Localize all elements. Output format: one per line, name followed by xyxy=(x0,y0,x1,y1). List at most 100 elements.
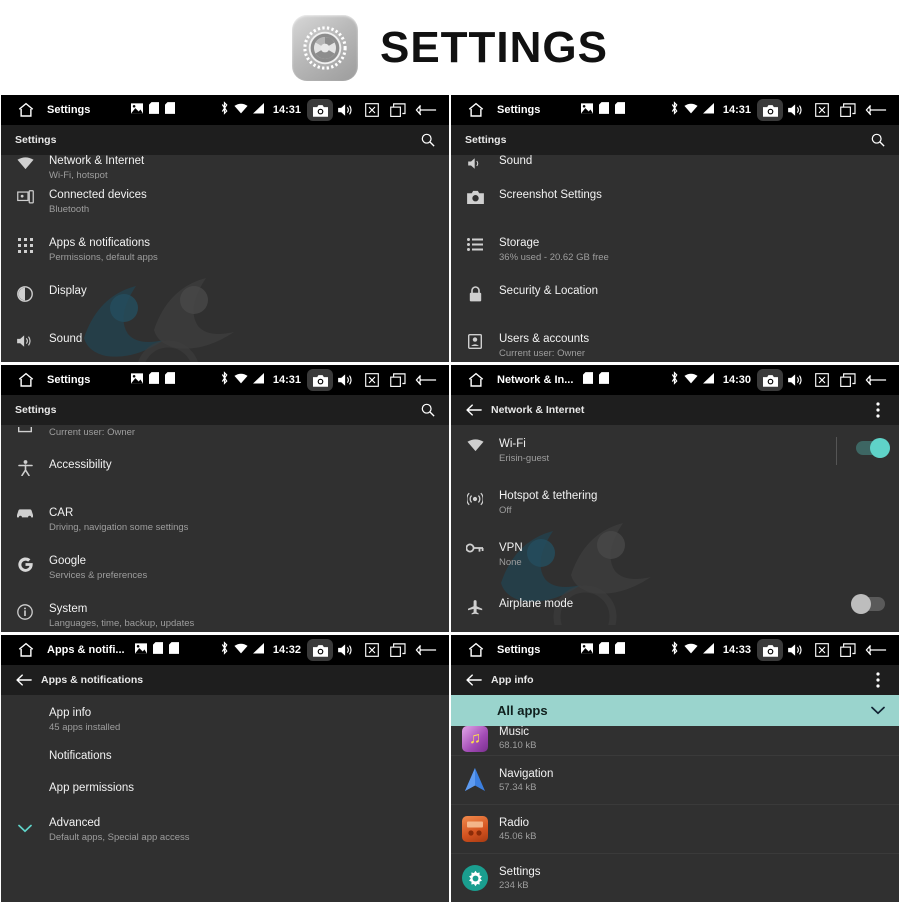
close-box-icon[interactable] xyxy=(359,99,385,121)
overflow-icon[interactable] xyxy=(867,402,889,418)
list-item[interactable]: Google Services & preferences xyxy=(1,545,449,593)
overflow-icon[interactable] xyxy=(867,672,889,688)
list-item[interactable]: Navigation 57.34 kB xyxy=(451,756,899,805)
home-icon[interactable] xyxy=(9,371,43,389)
status-system-icons xyxy=(219,370,265,390)
settings-list: Network & Internet Wi-Fi, hotspot Connect… xyxy=(1,155,449,362)
list-item[interactable]: Screenshot Settings xyxy=(451,179,899,227)
volume-icon[interactable] xyxy=(333,369,359,391)
close-box-icon[interactable] xyxy=(809,369,835,391)
close-box-icon[interactable] xyxy=(359,639,385,661)
signal-icon xyxy=(252,641,265,659)
home-icon[interactable] xyxy=(459,641,493,659)
list-item[interactable]: Current user: Owner xyxy=(1,425,449,449)
vpn-key-icon xyxy=(451,541,499,553)
camera-icon[interactable] xyxy=(307,99,333,121)
volume-icon[interactable] xyxy=(333,99,359,121)
status-system-icons xyxy=(669,370,715,390)
status-clock: 14:30 xyxy=(722,374,751,386)
close-box-icon[interactable] xyxy=(809,99,835,121)
wifi-toggle[interactable] xyxy=(856,438,890,458)
sdcard-icon xyxy=(599,641,609,659)
back-button[interactable] xyxy=(11,673,37,687)
home-icon[interactable] xyxy=(9,101,43,119)
recents-icon[interactable] xyxy=(385,369,411,391)
network-list: Wi-Fi Erisin-guest Hotspot & tethering Off… xyxy=(451,425,899,632)
volume-icon[interactable] xyxy=(783,639,809,661)
list-item[interactable]: Security & Location xyxy=(451,275,899,323)
list-item[interactable]: ♫ Music 68.10 kB xyxy=(451,726,899,756)
back-arrow-icon[interactable] xyxy=(861,639,891,661)
chevron-down-icon[interactable] xyxy=(871,702,885,720)
list-item[interactable]: CAR Driving, navigation some settings xyxy=(1,497,449,545)
search-icon[interactable] xyxy=(417,133,439,147)
list-item[interactable]: Storage 36% used - 20.62 GB free xyxy=(451,227,899,275)
back-button[interactable] xyxy=(461,403,487,417)
list-item[interactable]: Connected devices Bluetooth xyxy=(1,179,449,227)
list-item[interactable]: Airplane mode xyxy=(451,581,899,632)
search-icon[interactable] xyxy=(417,403,439,417)
signal-icon xyxy=(702,641,715,659)
status-bar: Settings 14:31 xyxy=(451,95,899,125)
home-icon[interactable] xyxy=(459,101,493,119)
storage-icon xyxy=(451,236,499,251)
list-item[interactable]: Sound xyxy=(1,323,449,362)
back-arrow-icon[interactable] xyxy=(411,639,441,661)
list-item-subtitle: Default apps, Special app access xyxy=(49,832,190,843)
list-item[interactable]: Network & Internet Wi-Fi, hotspot xyxy=(1,155,449,179)
back-arrow-icon[interactable] xyxy=(411,369,441,391)
recents-icon[interactable] xyxy=(385,99,411,121)
banner-title: SETTINGS xyxy=(379,22,609,72)
list-item-subtitle: Current user: Owner xyxy=(49,427,136,438)
list-item[interactable]: Display xyxy=(1,275,449,323)
list-item[interactable]: VPN None xyxy=(451,529,899,581)
list-item[interactable]: Wi-Fi Erisin-guest xyxy=(451,425,899,477)
recents-icon[interactable] xyxy=(835,369,861,391)
list-item[interactable]: App info 45 apps installed xyxy=(1,695,449,743)
recents-icon[interactable] xyxy=(835,99,861,121)
status-title: Apps & notifi... xyxy=(47,644,125,656)
volume-icon[interactable] xyxy=(783,369,809,391)
list-item[interactable]: Hotspot & tethering Off xyxy=(451,477,899,529)
sub-header-title: Apps & notifications xyxy=(41,674,144,686)
list-item[interactable]: Apps & notifications Permissions, default… xyxy=(1,227,449,275)
camera-icon[interactable] xyxy=(307,369,333,391)
list-item[interactable]: Accessibility xyxy=(1,449,449,497)
list-item[interactable]: Radio 45.06 kB xyxy=(451,805,899,854)
camera-icon[interactable] xyxy=(757,99,783,121)
volume-icon[interactable] xyxy=(783,99,809,121)
back-button[interactable] xyxy=(461,673,487,687)
list-item[interactable]: Settings 234 kB xyxy=(451,854,899,902)
volume-icon[interactable] xyxy=(333,639,359,661)
list-item[interactable]: System Languages, time, backup, updates xyxy=(1,593,449,632)
search-icon[interactable] xyxy=(867,133,889,147)
camera-icon[interactable] xyxy=(757,369,783,391)
status-bar: Settings 14:31 xyxy=(1,95,449,125)
close-box-icon[interactable] xyxy=(359,369,385,391)
airplane-icon xyxy=(451,597,499,615)
list-item-title: Connected devices xyxy=(49,189,147,201)
camera-icon[interactable] xyxy=(757,639,783,661)
app-name: Radio xyxy=(499,816,530,829)
back-arrow-icon[interactable] xyxy=(861,369,891,391)
camera-icon[interactable] xyxy=(307,639,333,661)
signal-icon xyxy=(252,101,265,119)
list-item[interactable]: Advanced Default apps, Special app access xyxy=(1,807,449,855)
chevron-down-icon[interactable] xyxy=(1,816,49,833)
all-apps-filter[interactable]: All apps xyxy=(451,695,899,726)
home-icon[interactable] xyxy=(9,641,43,659)
airplane-toggle[interactable] xyxy=(851,594,885,614)
close-box-icon[interactable] xyxy=(809,639,835,661)
list-item[interactable]: Notifications xyxy=(1,743,449,775)
recents-icon[interactable] xyxy=(385,639,411,661)
list-item[interactable]: Sound xyxy=(451,155,899,179)
list-item[interactable]: Users & accounts Current user: Owner xyxy=(451,323,899,362)
sub-header: Network & Internet xyxy=(451,395,899,425)
recents-icon[interactable] xyxy=(835,639,861,661)
back-arrow-icon[interactable] xyxy=(411,99,441,121)
sdcard-icon xyxy=(165,371,175,389)
list-item-subtitle: 36% used - 20.62 GB free xyxy=(499,252,609,263)
list-item[interactable]: App permissions xyxy=(1,775,449,807)
home-icon[interactable] xyxy=(459,371,493,389)
back-arrow-icon[interactable] xyxy=(861,99,891,121)
